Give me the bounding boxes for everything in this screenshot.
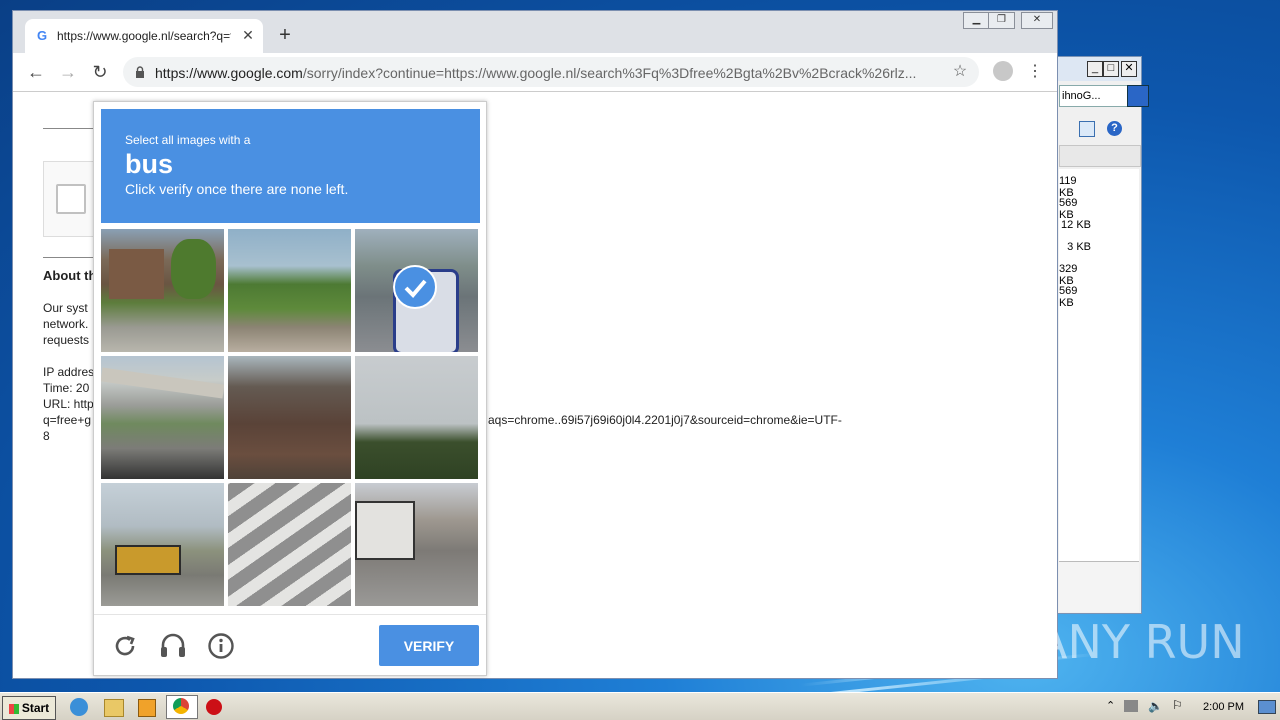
- forward-arrow-icon[interactable]: →: [57, 61, 79, 83]
- tab-close-icon[interactable]: ✕: [239, 26, 257, 44]
- about-line: network.: [43, 317, 89, 331]
- about-line: Our syst: [43, 301, 88, 315]
- explorer-toolbar-icons: ?: [1059, 121, 1139, 137]
- recaptcha-challenge: Select all images with a bus Click verif…: [93, 101, 487, 676]
- verify-button[interactable]: VERIFY: [379, 625, 479, 666]
- file-size: 119 KB: [1059, 175, 1077, 199]
- internet-explorer-icon[interactable]: [70, 698, 88, 716]
- tile-bus-street[interactable]: [355, 483, 478, 606]
- network-icon[interactable]: [1124, 700, 1138, 712]
- instruction-text: Select all images with a: [125, 133, 251, 147]
- flag-icon[interactable]: ⚐: [1172, 698, 1183, 712]
- explorer-titlebar: _ □ ✕: [1049, 57, 1141, 81]
- challenge-footer: VERIFY: [94, 614, 486, 677]
- info-line: q=free+g: [43, 413, 92, 427]
- info-line: Time: 20: [43, 381, 90, 395]
- system-tray: ⌃ 🔈 ⚐ 2:00 PM: [1102, 695, 1280, 719]
- selected-check-icon: [393, 265, 437, 309]
- new-tab-button[interactable]: +: [275, 25, 295, 45]
- tile-overpass[interactable]: [101, 356, 224, 479]
- info-line: IP addres: [43, 365, 95, 379]
- column-header[interactable]: [1059, 145, 1141, 167]
- file-explorer-icon[interactable]: [104, 699, 124, 717]
- profile-avatar-icon[interactable]: [993, 61, 1013, 81]
- file-size: 329 KB: [1059, 263, 1078, 287]
- url-path: /sorry/index?continue=https://www.google…: [302, 65, 917, 81]
- window-close-button[interactable]: ✕: [1021, 12, 1053, 29]
- close-button[interactable]: ✕: [1121, 61, 1137, 77]
- window-maximize-button[interactable]: ❐: [988, 12, 1015, 29]
- explorer-status-area: [1059, 561, 1139, 612]
- google-favicon-icon: G: [37, 28, 48, 43]
- volume-icon[interactable]: 🔈: [1148, 699, 1163, 713]
- about-line: requests: [43, 333, 90, 347]
- recaptcha-checkbox[interactable]: [56, 184, 86, 214]
- target-object: bus: [125, 149, 174, 179]
- audio-challenge-icon[interactable]: [158, 631, 188, 661]
- lock-icon: [136, 66, 144, 78]
- background-explorer-window[interactable]: _ □ ✕ ihnoG... ? 119 KB 569 KB 12 KB 3 K…: [1048, 56, 1149, 614]
- taskbar: Start ⌃ 🔈 ⚐ 2:00 PM: [0, 692, 1280, 720]
- address-bar[interactable]: https://www.google.com/sorry/index?conti…: [123, 57, 979, 87]
- opera-icon[interactable]: [206, 699, 222, 715]
- info-line: 8: [43, 429, 50, 443]
- tile-crosswalk[interactable]: [228, 483, 351, 606]
- tile-school-bus[interactable]: [101, 483, 224, 606]
- browser-toolbar: ← → ↻ https://www.google.com/sorry/index…: [13, 53, 1057, 92]
- clock[interactable]: 2:00 PM: [1203, 701, 1244, 713]
- start-label: Start: [21, 701, 50, 715]
- explorer-search-input[interactable]: ihnoG...: [1059, 85, 1129, 107]
- anyrun-watermark: ANY RUN: [1036, 615, 1245, 669]
- bookmark-star-icon[interactable]: ☆: [951, 63, 969, 81]
- window-minimize-button[interactable]: ▁: [963, 12, 990, 29]
- media-player-icon[interactable]: [138, 699, 156, 717]
- url-tail-text: aqs=chrome..69i57j69i60j0l4.2201j0j7&sou…: [488, 413, 842, 427]
- info-line: URL: http: [43, 397, 94, 411]
- search-icon[interactable]: [1127, 85, 1149, 107]
- show-desktop-icon[interactable]: [1258, 700, 1276, 714]
- tile-trees-road[interactable]: [228, 229, 351, 352]
- tile-brick-house[interactable]: [228, 356, 351, 479]
- reload-challenge-icon[interactable]: [110, 631, 140, 661]
- tile-house-street[interactable]: [101, 229, 224, 352]
- help-icon[interactable]: ?: [1107, 121, 1122, 136]
- browser-tab[interactable]: G https://www.google.nl/search?q=fr ✕: [25, 19, 263, 53]
- instruction-subtext: Click verify once there are none left.: [125, 181, 349, 197]
- file-list: 119 KB 569 KB 12 KB 3 KB 329 KB 569 KB: [1059, 169, 1139, 561]
- tile-pine-trees[interactable]: [355, 356, 478, 479]
- address-url: https://www.google.com/sorry/index?conti…: [155, 65, 945, 81]
- file-size: 12 KB: [1061, 219, 1091, 231]
- tile-bus-front[interactable]: [355, 229, 478, 352]
- menu-dots-icon[interactable]: ⋮: [1027, 61, 1043, 83]
- file-size: 3 KB: [1067, 241, 1091, 253]
- file-size: 569 KB: [1059, 285, 1078, 309]
- url-host: https://www.google.com: [155, 65, 303, 81]
- minimize-button[interactable]: _: [1087, 61, 1103, 77]
- tab-strip: G https://www.google.nl/search?q=fr ✕ + …: [13, 11, 1057, 53]
- tab-title: https://www.google.nl/search?q=fr: [57, 29, 231, 43]
- maximize-button[interactable]: □: [1103, 61, 1119, 77]
- file-size: 569 KB: [1059, 197, 1078, 221]
- windows-logo-icon: [8, 703, 19, 714]
- start-button[interactable]: Start: [2, 696, 56, 720]
- chrome-taskbar-icon[interactable]: [166, 695, 198, 719]
- about-heading: About th: [43, 268, 97, 283]
- info-icon[interactable]: [206, 631, 236, 661]
- recaptcha-checkbox-widget[interactable]: [43, 161, 99, 237]
- challenge-header: Select all images with a bus Click verif…: [101, 109, 480, 223]
- tray-expand-icon[interactable]: ⌃: [1106, 699, 1115, 712]
- reload-icon[interactable]: ↻: [89, 61, 111, 83]
- back-arrow-icon[interactable]: ←: [25, 61, 47, 83]
- preview-pane-icon[interactable]: [1079, 121, 1095, 137]
